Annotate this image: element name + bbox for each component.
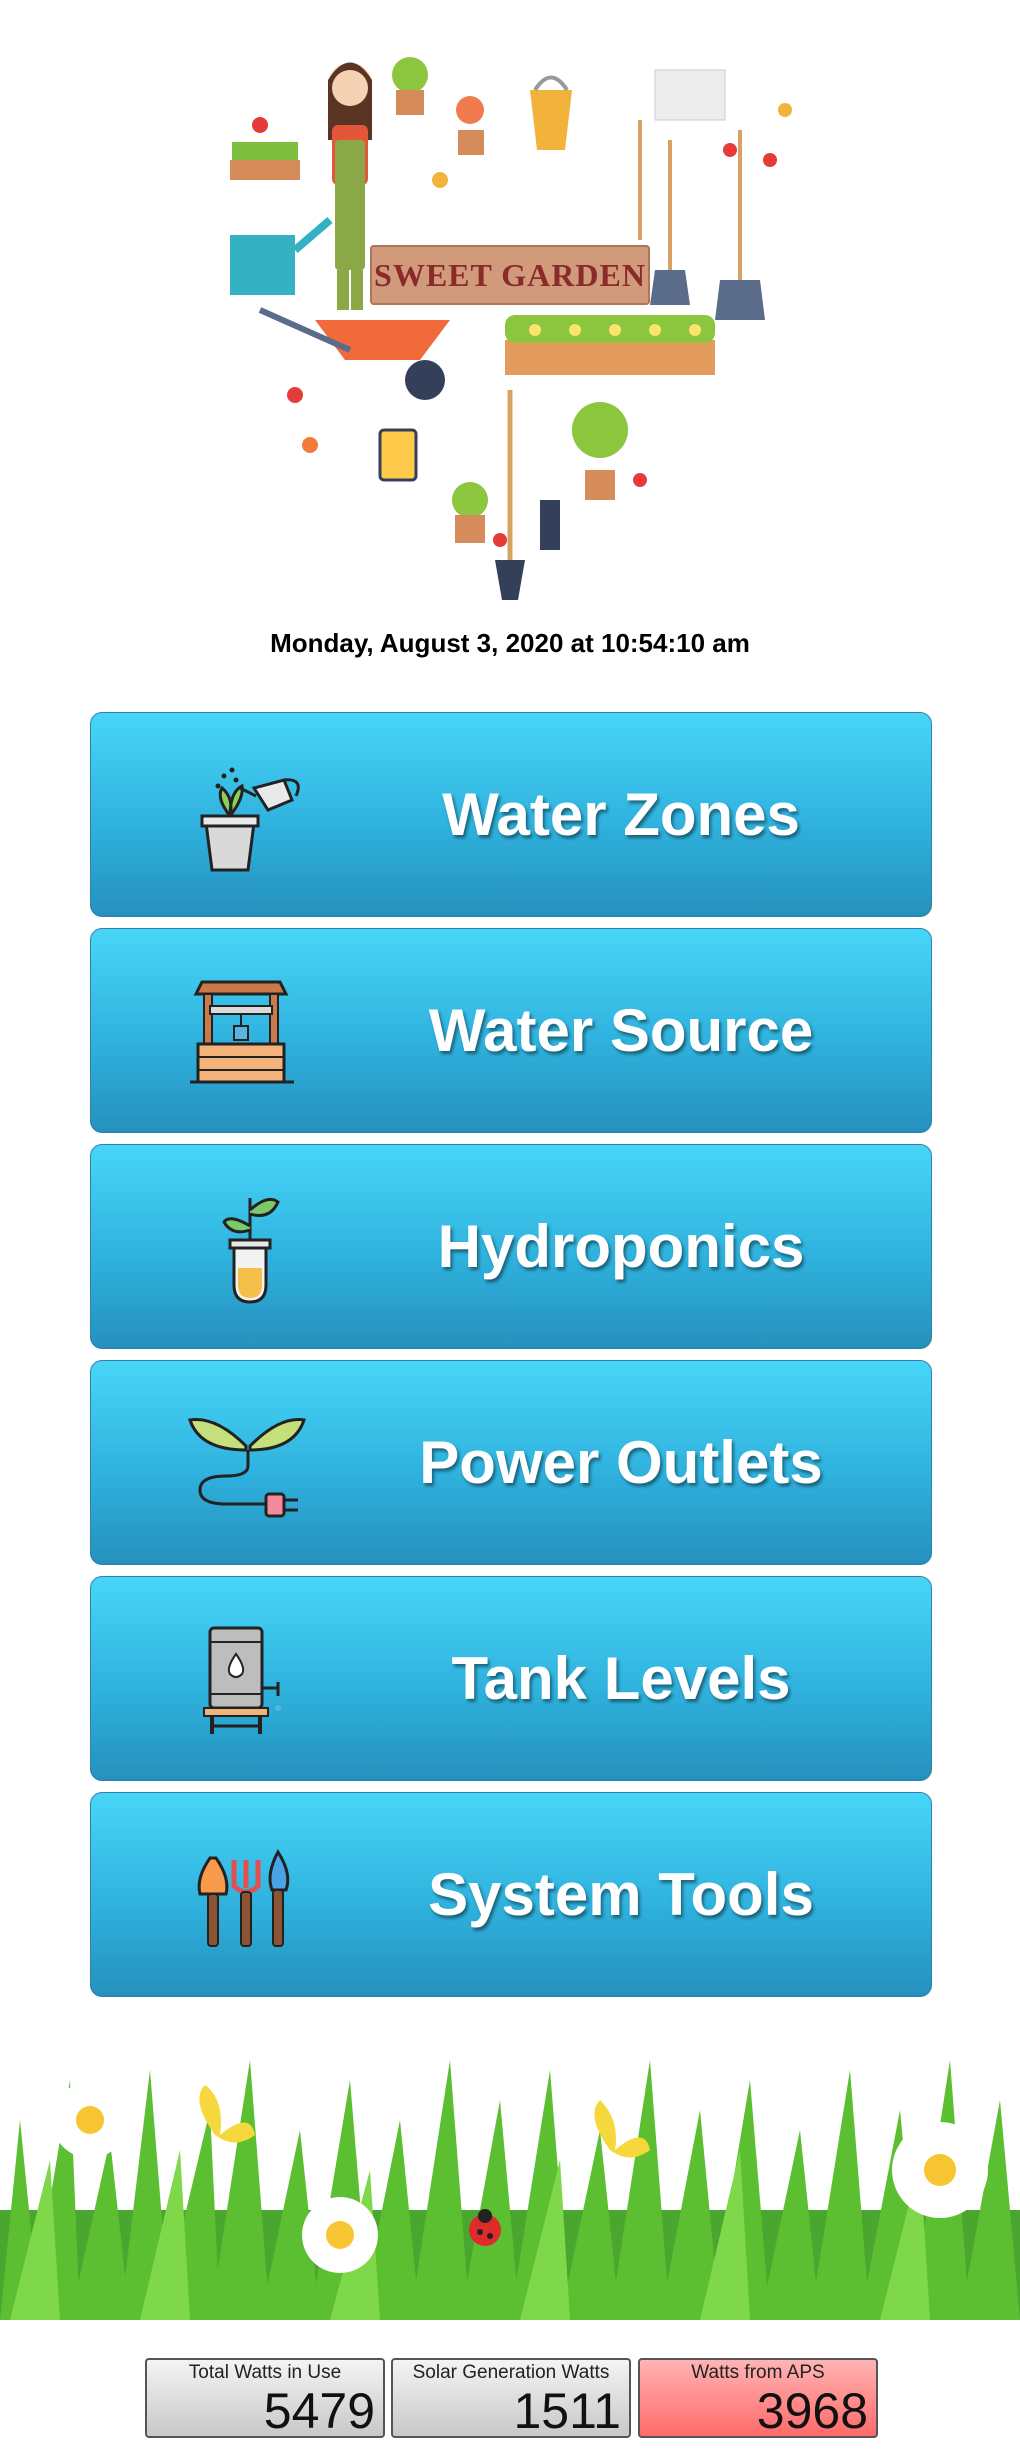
garden-tools-icon xyxy=(186,1838,311,1953)
current-datetime: Monday, August 3, 2020 at 10:54:10 am xyxy=(270,628,750,658)
system-tools-button[interactable]: System Tools xyxy=(90,1792,932,1997)
garden-heart-icon xyxy=(230,57,792,600)
aps-watts-meter: Watts from APS 3968 xyxy=(638,2358,878,2438)
solar-watts-value: 1511 xyxy=(513,2383,621,2439)
aps-watts-value: 3968 xyxy=(756,2383,868,2439)
water-source-label: Water Source xyxy=(428,997,814,1064)
banner-plate: SWEET GARDEN xyxy=(370,245,650,305)
water-tank-icon xyxy=(186,1622,311,1737)
hydroponics-label: Hydroponics xyxy=(437,1213,805,1280)
tank-levels-label: Tank Levels xyxy=(451,1645,791,1712)
tank-levels-button[interactable]: Tank Levels xyxy=(90,1576,932,1781)
system-tools-label: System Tools xyxy=(428,1861,814,1928)
total-watts-value: 5479 xyxy=(263,2383,375,2439)
solar-watts-title: Solar Generation Watts xyxy=(412,2362,610,2383)
water-source-button[interactable]: Water Source xyxy=(90,928,932,1133)
water-zones-button[interactable]: Water Zones xyxy=(90,712,932,917)
leaf-plug-icon xyxy=(186,1406,311,1521)
watering-can-plant-icon xyxy=(186,758,311,873)
grass-border-illustration xyxy=(0,2040,1020,2320)
banner-title: SWEET GARDEN xyxy=(374,256,646,293)
aps-watts-title: Watts from APS xyxy=(691,2362,825,2383)
power-outlets-button[interactable]: Power Outlets xyxy=(90,1360,932,1565)
total-watts-meter: Total Watts in Use 5479 xyxy=(145,2358,385,2438)
water-zones-label: Water Zones xyxy=(442,781,800,848)
water-well-icon xyxy=(186,974,311,1089)
solar-watts-meter: Solar Generation Watts 1511 xyxy=(391,2358,631,2438)
test-tube-plant-icon xyxy=(186,1190,311,1305)
power-outlets-label: Power Outlets xyxy=(419,1429,823,1496)
sweet-garden-illustration: SWEET GARDEN xyxy=(200,30,820,615)
total-watts-title: Total Watts in Use xyxy=(188,2362,342,2383)
hydroponics-button[interactable]: Hydroponics xyxy=(90,1144,932,1349)
